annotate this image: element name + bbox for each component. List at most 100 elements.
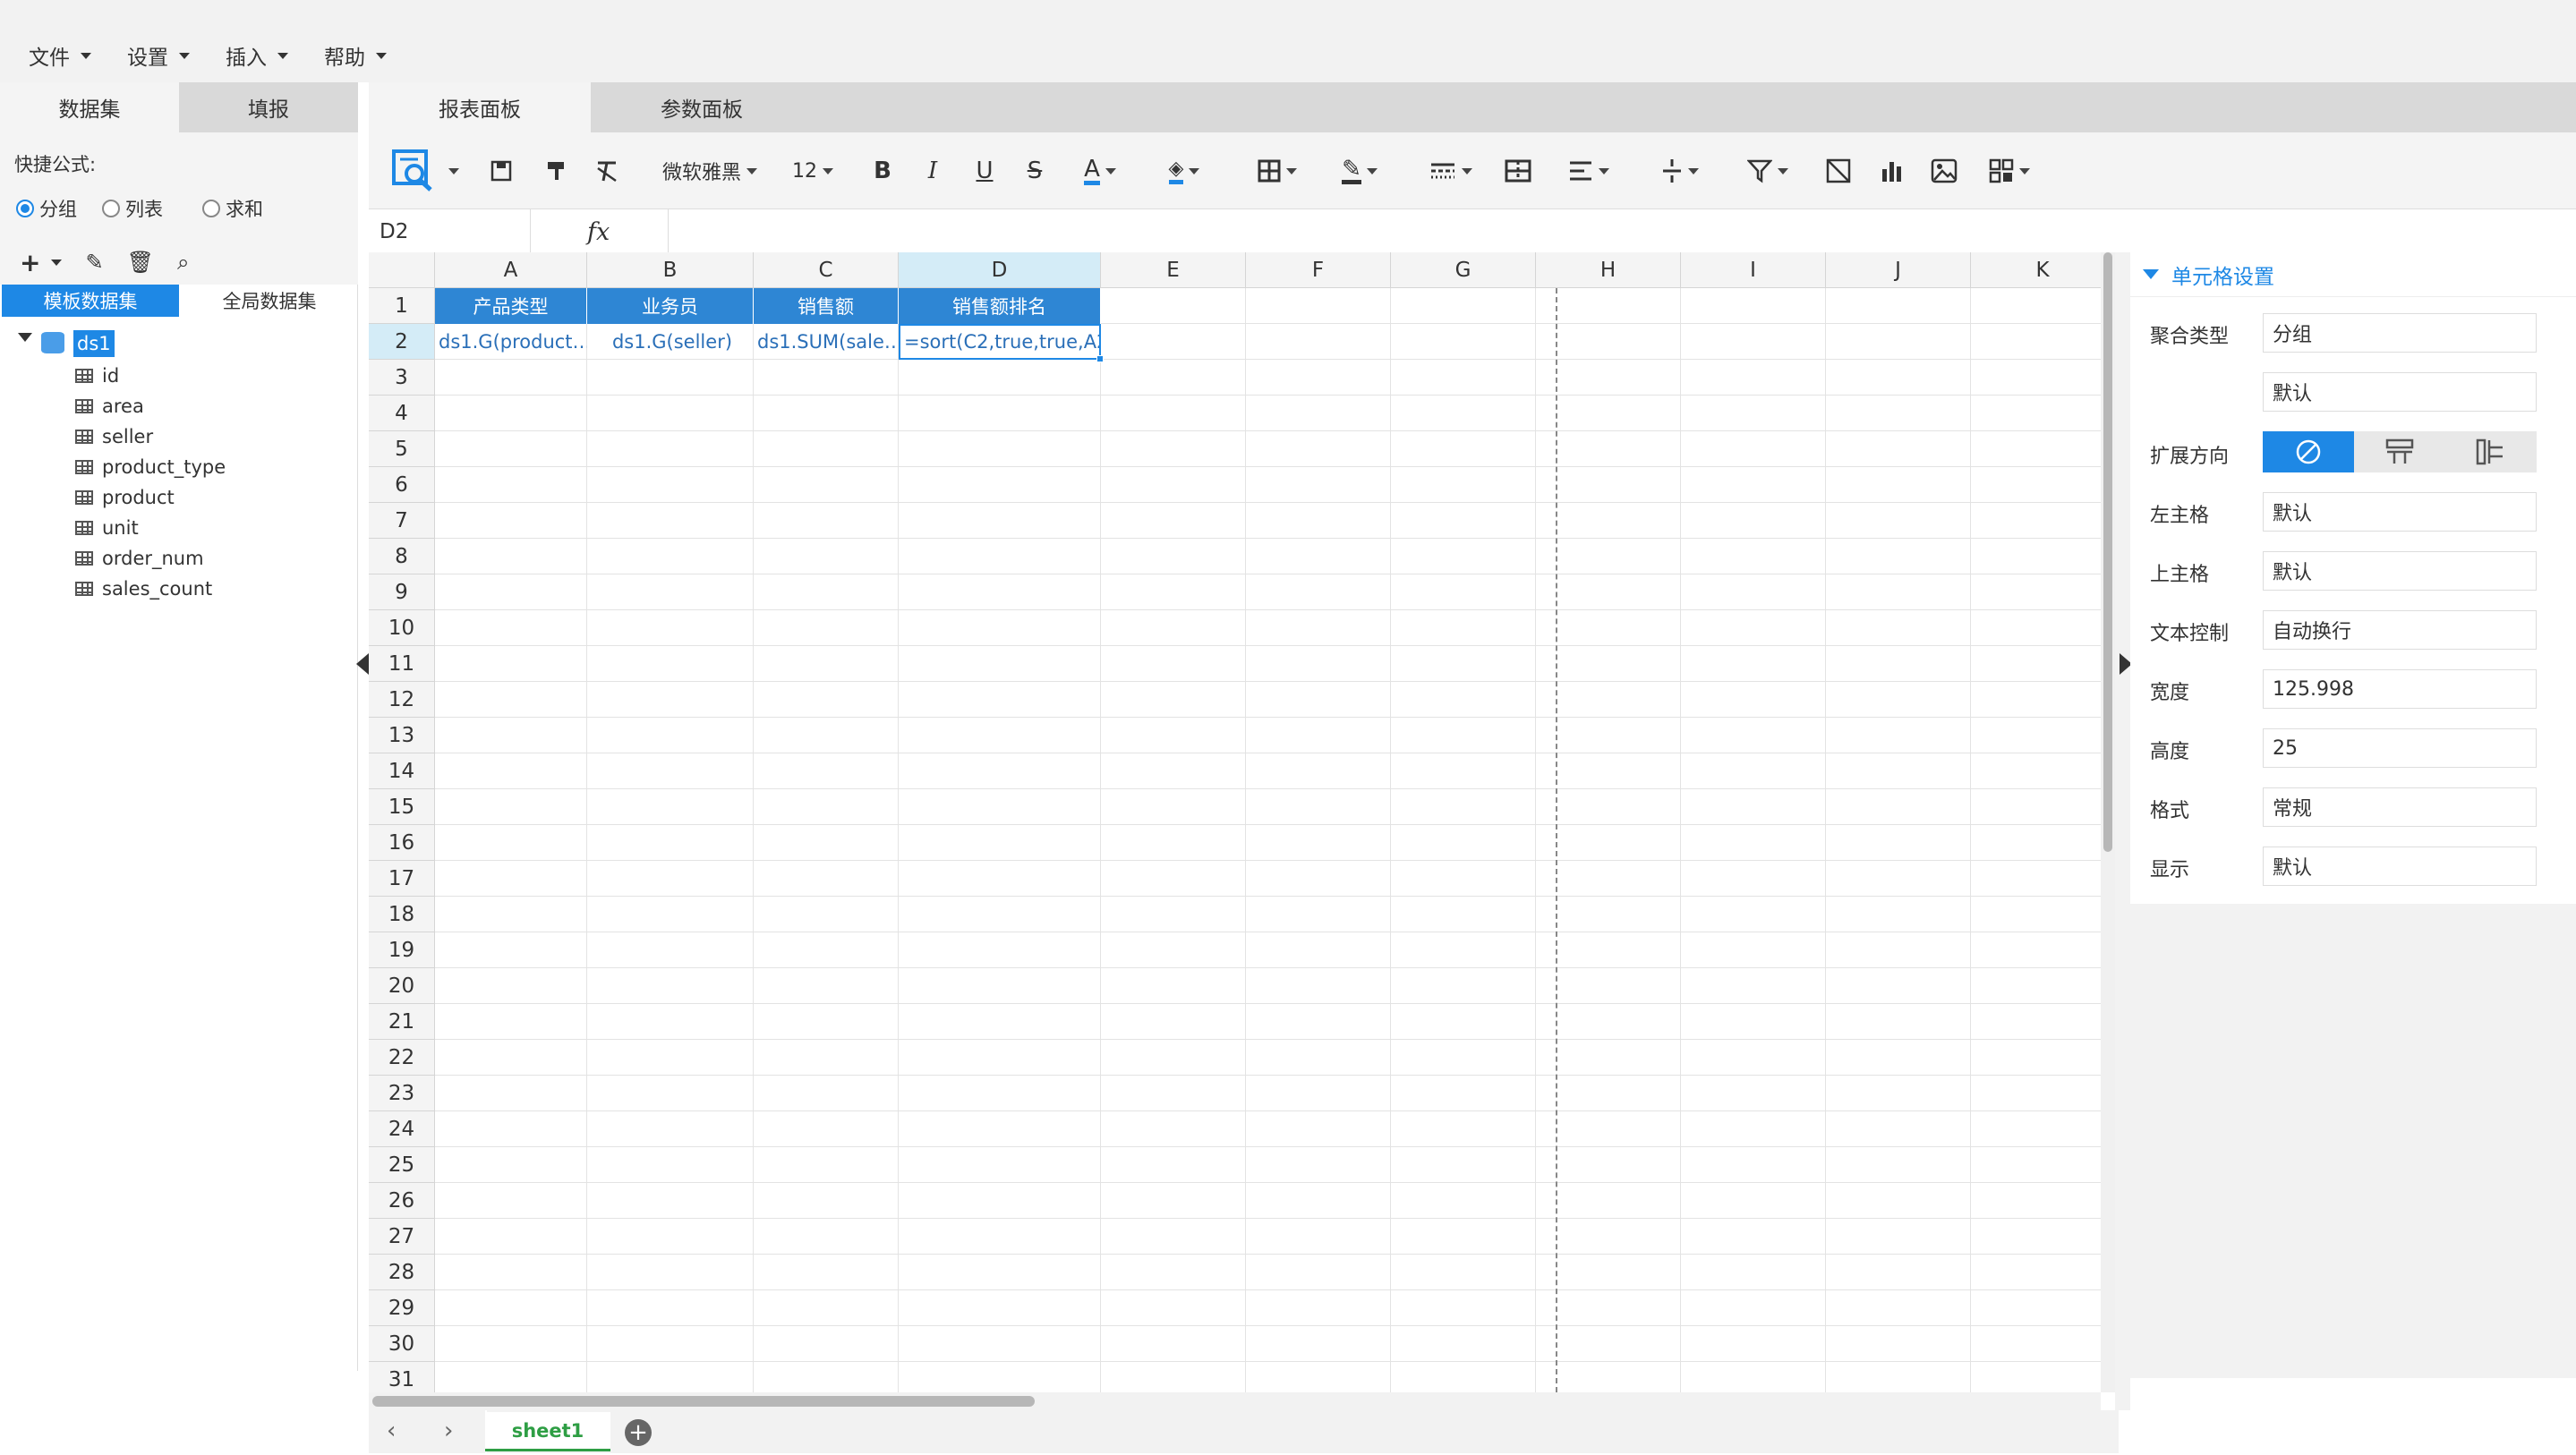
- column-header[interactable]: I: [1681, 252, 1826, 288]
- column-header[interactable]: C: [754, 252, 899, 288]
- menu-settings[interactable]: 设置: [127, 38, 190, 73]
- header-cell[interactable]: 产品类型: [435, 288, 587, 324]
- row-header[interactable]: 8: [369, 539, 435, 574]
- tab-param-panel[interactable]: 参数面板: [591, 82, 813, 132]
- select-all-corner[interactable]: [369, 252, 435, 288]
- fill-handle[interactable]: [1096, 355, 1104, 362]
- field-item[interactable]: product_type: [75, 452, 226, 482]
- row-header[interactable]: 16: [369, 825, 435, 861]
- row-header[interactable]: 28: [369, 1255, 435, 1290]
- row-header[interactable]: 24: [369, 1111, 435, 1147]
- search-icon[interactable]: ⌕: [177, 250, 189, 275]
- dataset-node-ds1[interactable]: ds1: [73, 330, 115, 357]
- strikethrough-icon[interactable]: S: [1019, 132, 1051, 209]
- align-vertical-icon[interactable]: [1651, 132, 1710, 209]
- row-header[interactable]: 3: [369, 360, 435, 396]
- font-size-select[interactable]: 12: [786, 132, 840, 209]
- field-item[interactable]: product: [75, 482, 175, 513]
- border-style-icon[interactable]: [1423, 132, 1479, 209]
- next-sheet-icon[interactable]: ›: [444, 1417, 453, 1444]
- spreadsheet-grid[interactable]: A B C D E F G H I J K 1 2 3 4 5 6 7 8 9 10 11 12 13 14 15 16 17 18 19…: [369, 252, 2101, 1392]
- menu-insert[interactable]: 插入: [226, 38, 288, 73]
- format-painter-icon[interactable]: [539, 132, 575, 209]
- prev-sheet-icon[interactable]: ‹: [387, 1417, 396, 1444]
- row-header[interactable]: 21: [369, 1004, 435, 1040]
- row-header[interactable]: 5: [369, 431, 435, 467]
- slash-cell-icon[interactable]: [1821, 132, 1856, 209]
- italic-icon[interactable]: I: [917, 132, 949, 209]
- row-header[interactable]: 9: [369, 574, 435, 610]
- field-item[interactable]: seller: [75, 421, 153, 452]
- display-select[interactable]: 默认: [2263, 847, 2537, 886]
- no-expand-icon[interactable]: [2263, 431, 2354, 472]
- cell-settings-header[interactable]: 单元格设置: [2130, 252, 2576, 297]
- collapse-left-icon[interactable]: [356, 653, 369, 675]
- tab-dataset[interactable]: 数据集: [0, 82, 179, 132]
- column-header[interactable]: A: [435, 252, 587, 288]
- format-select[interactable]: 常规: [2263, 787, 2537, 827]
- field-item[interactable]: id: [75, 361, 119, 391]
- tab-global-dataset[interactable]: 全局数据集: [181, 285, 358, 317]
- border-color-icon[interactable]: ✎: [1328, 132, 1391, 209]
- row-header[interactable]: 2: [369, 324, 435, 360]
- column-header[interactable]: B: [587, 252, 754, 288]
- row-header[interactable]: 14: [369, 753, 435, 789]
- top-parent-select[interactable]: 默认: [2263, 551, 2537, 591]
- row-header[interactable]: 19: [369, 932, 435, 968]
- scrollbar-thumb[interactable]: [2103, 252, 2112, 852]
- column-header[interactable]: F: [1246, 252, 1391, 288]
- aggregation-sub-select[interactable]: 默认: [2263, 372, 2537, 412]
- row-header[interactable]: 1: [369, 288, 435, 324]
- text-control-select[interactable]: 自动换行: [2263, 610, 2537, 650]
- left-parent-select[interactable]: 默认: [2263, 492, 2537, 532]
- save-icon[interactable]: [483, 132, 519, 209]
- tab-report-panel[interactable]: 报表面板: [369, 82, 591, 132]
- image-icon[interactable]: [1926, 132, 1962, 209]
- filter-icon[interactable]: [1738, 132, 1797, 209]
- row-header[interactable]: 29: [369, 1290, 435, 1326]
- fill-color-icon[interactable]: ◈: [1153, 132, 1215, 209]
- scrollbar-thumb[interactable]: [372, 1396, 1035, 1407]
- horizontal-scrollbar[interactable]: [369, 1392, 2101, 1410]
- row-header[interactable]: 12: [369, 682, 435, 718]
- column-header[interactable]: E: [1101, 252, 1246, 288]
- row-header[interactable]: 7: [369, 503, 435, 539]
- column-header[interactable]: D: [899, 252, 1101, 288]
- radio-list[interactable]: 列表: [102, 195, 163, 222]
- menu-help[interactable]: 帮助: [324, 38, 387, 73]
- column-header[interactable]: H: [1536, 252, 1681, 288]
- clear-format-icon[interactable]: [589, 132, 625, 209]
- row-header[interactable]: 10: [369, 610, 435, 646]
- tab-fill[interactable]: 填报: [179, 82, 358, 132]
- radio-sum[interactable]: 求和: [202, 195, 263, 222]
- field-item[interactable]: order_num: [75, 543, 204, 574]
- field-item[interactable]: sales_count: [75, 574, 212, 604]
- row-header[interactable]: 31: [369, 1362, 435, 1392]
- chart-icon[interactable]: [1874, 132, 1910, 209]
- radio-group[interactable]: 分组: [16, 195, 77, 222]
- header-cell[interactable]: 业务员: [587, 288, 754, 324]
- expand-icon[interactable]: [18, 333, 32, 342]
- formula-cell[interactable]: ds1.G(seller): [587, 324, 754, 360]
- row-header[interactable]: 25: [369, 1147, 435, 1183]
- chevron-down-icon[interactable]: [442, 132, 460, 209]
- row-header[interactable]: 4: [369, 396, 435, 431]
- row-header[interactable]: 23: [369, 1076, 435, 1111]
- field-item[interactable]: unit: [75, 513, 139, 543]
- merge-cells-icon[interactable]: [1500, 132, 1536, 209]
- row-header[interactable]: 13: [369, 718, 435, 753]
- column-header[interactable]: G: [1391, 252, 1536, 288]
- row-header[interactable]: 11: [369, 646, 435, 682]
- fx-icon[interactable]: fx: [587, 209, 610, 254]
- tab-template-dataset[interactable]: 模板数据集: [2, 285, 179, 317]
- column-header[interactable]: K: [1971, 252, 2101, 288]
- add-icon[interactable]: +: [20, 248, 40, 277]
- formula-cell[interactable]: ds1.G(product…: [435, 324, 587, 360]
- add-sheet-icon[interactable]: +: [625, 1419, 652, 1446]
- widget-icon[interactable]: [1980, 132, 2039, 209]
- font-color-icon[interactable]: A: [1069, 132, 1131, 209]
- row-header[interactable]: 30: [369, 1326, 435, 1362]
- font-family-select[interactable]: 微软雅黑: [652, 132, 768, 209]
- width-input[interactable]: 125.998: [2263, 669, 2537, 709]
- bold-icon[interactable]: B: [866, 132, 899, 209]
